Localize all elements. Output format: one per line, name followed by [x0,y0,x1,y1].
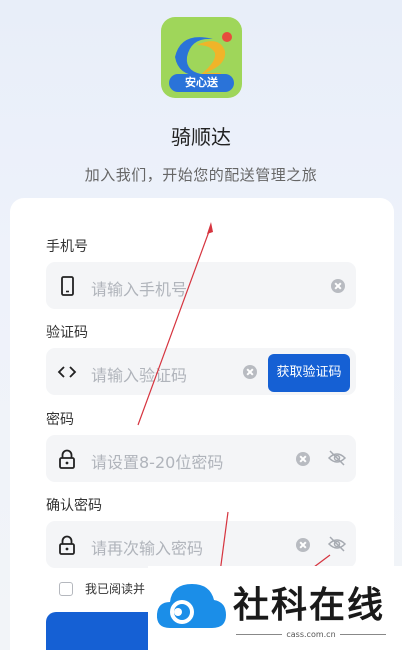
eye-off-icon[interactable] [327,448,347,468]
agreement-row[interactable]: 我已阅读并 [59,580,145,597]
app-name: 骑顺达 [171,125,231,149]
agreement-text: 我已阅读并 [85,582,146,596]
confirm-field[interactable]: 请再次输入密码 [46,521,356,568]
phone-field[interactable]: 请输入手机号 [46,262,356,309]
password-label: 密码 [46,412,74,428]
logo-badge: 安心送 [169,74,234,92]
confirm-input[interactable]: 请再次输入密码 [91,535,203,559]
code-label: 验证码 [46,325,88,341]
eye-off-icon[interactable] [327,534,347,554]
watermark-url: cass.com.cn [236,630,386,639]
phone-icon [61,276,74,296]
phone-label: 手机号 [46,239,88,255]
subtitle: 加入我们，开始您的配送管理之旅 [84,166,318,184]
app-logo: 安心送 [161,17,242,98]
cloud-logo-icon [156,584,226,628]
clear-icon[interactable] [243,365,257,379]
get-code-button[interactable]: 获取验证码 [268,354,350,392]
watermark: 社科在线 cass.com.cn [148,566,402,650]
lock-icon [59,535,75,555]
watermark-title: 社科在线 [233,585,386,626]
password-field[interactable]: 请设置8-20位密码 [46,435,356,482]
clear-icon[interactable] [331,279,345,293]
password-input[interactable]: 请设置8-20位密码 [91,449,223,473]
code-input[interactable]: 请输入验证码 [91,362,187,386]
confirm-label: 确认密码 [46,498,102,514]
watermark-url-text: cass.com.cn [286,630,336,639]
lock-icon [59,449,75,469]
phone-input[interactable]: 请输入手机号 [91,276,187,300]
code-icon [57,366,77,378]
clear-icon[interactable] [296,452,310,466]
clear-icon[interactable] [296,538,310,552]
agreement-checkbox[interactable] [59,581,73,596]
